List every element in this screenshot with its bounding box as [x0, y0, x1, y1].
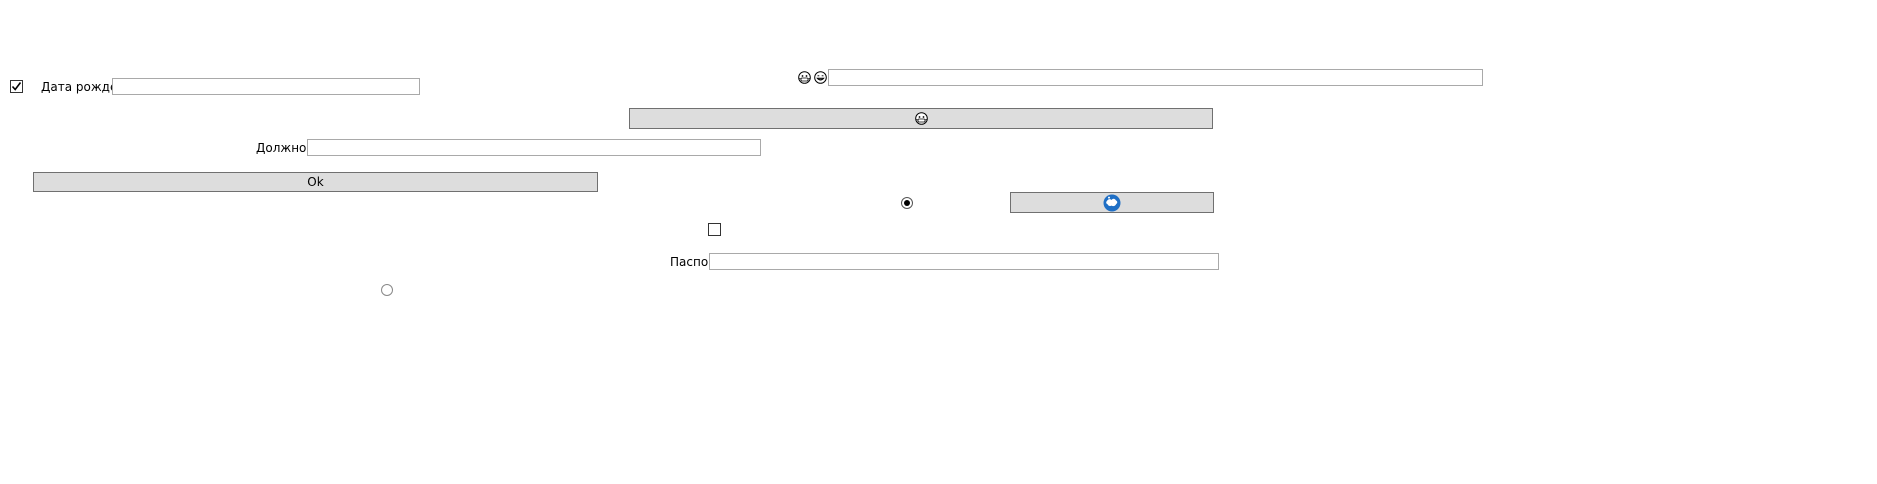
radio-button-selected[interactable]	[901, 197, 913, 209]
position-field[interactable]	[307, 139, 761, 156]
face-mask-emoji-icon	[798, 71, 811, 84]
face-mask-emoji-icon	[914, 112, 928, 125]
radio-dot	[904, 200, 910, 206]
emoji-button[interactable]	[629, 108, 1213, 129]
passport-field[interactable]	[709, 253, 1219, 270]
grinning-face-emoji-icon	[814, 71, 827, 84]
birth-date-field[interactable]	[112, 78, 420, 95]
globe-button[interactable]	[1010, 192, 1214, 213]
birth-date-checkbox[interactable]	[10, 80, 23, 93]
checkmark-icon	[11, 82, 22, 91]
ok-button[interactable]: Ok	[33, 172, 598, 192]
globe-icon	[1103, 194, 1121, 212]
top-text-field[interactable]	[828, 69, 1483, 86]
radio-button-unselected[interactable]	[381, 284, 393, 296]
unchecked-checkbox[interactable]	[708, 223, 721, 236]
